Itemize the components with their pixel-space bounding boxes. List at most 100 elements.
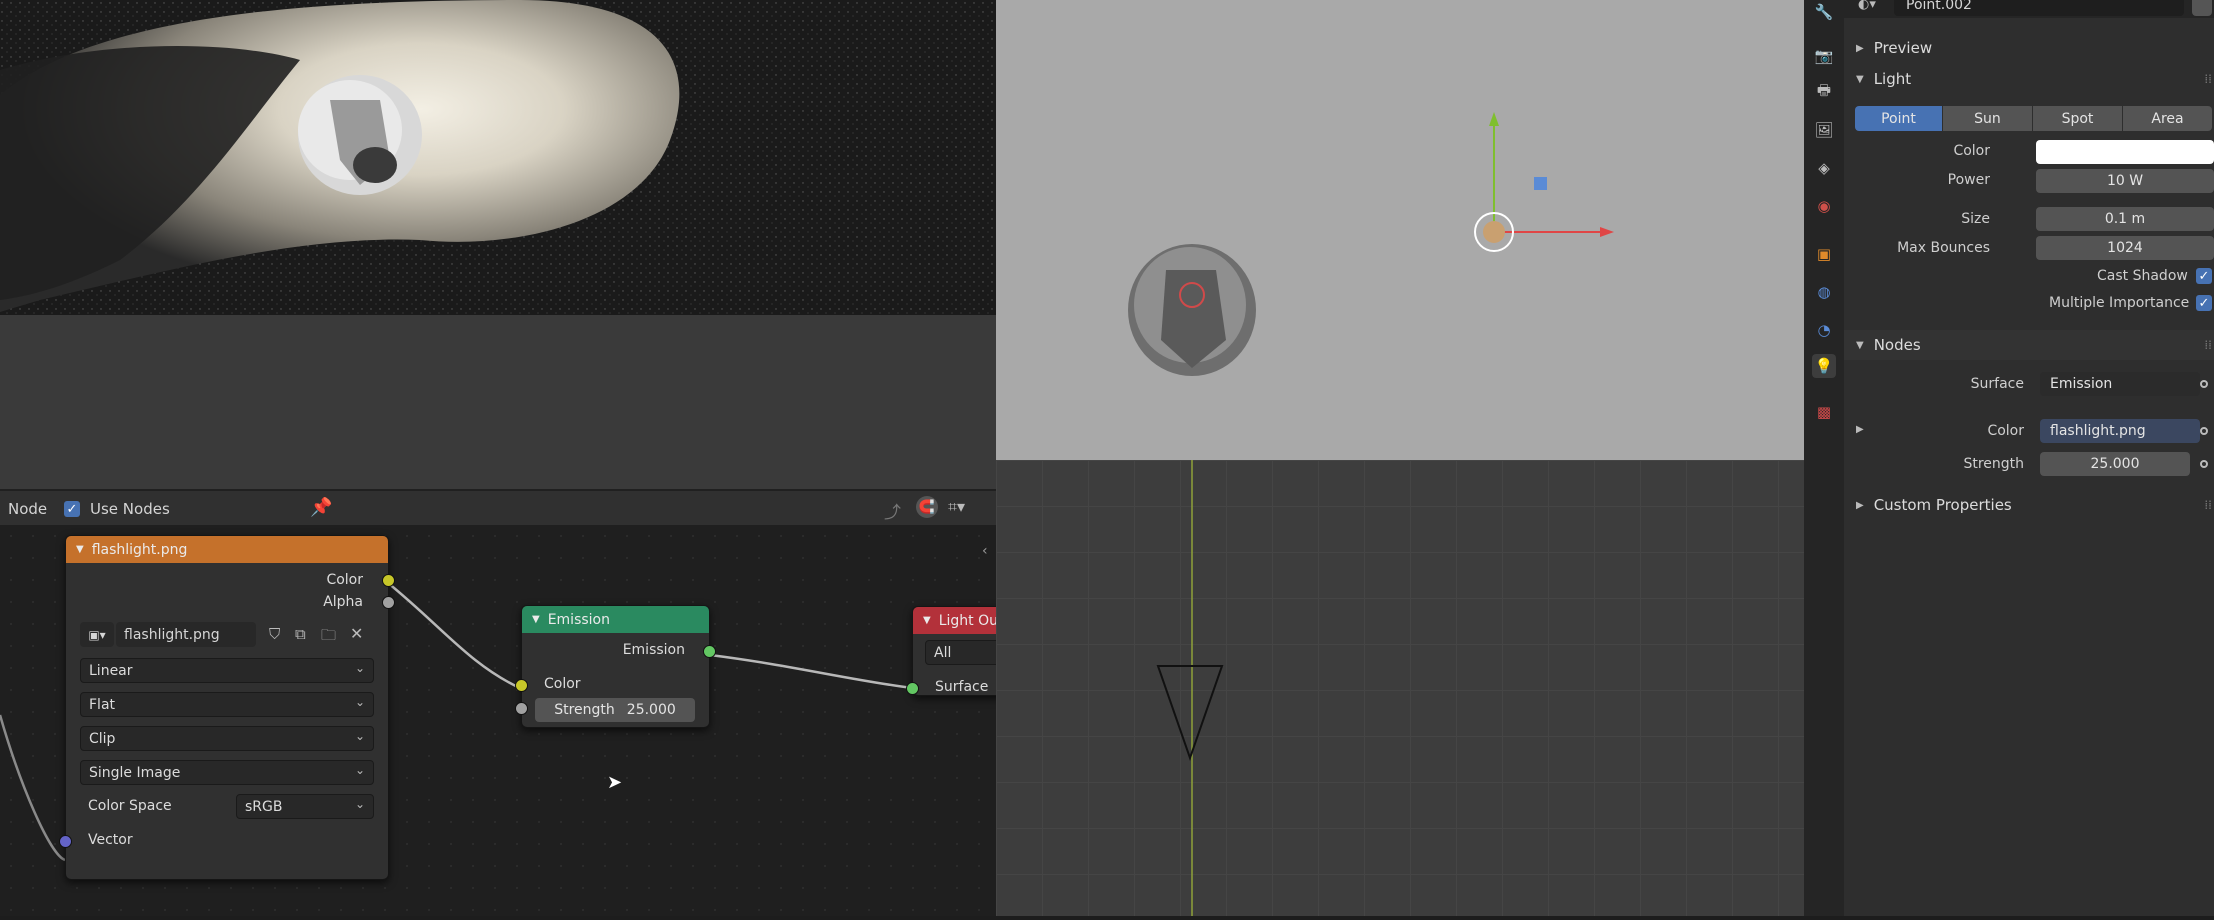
- max-bounces-row-label-box: Max Bounces: [1844, 238, 1990, 262]
- collapse-icon[interactable]: ▼: [923, 615, 931, 626]
- object-name-field[interactable]: Point.002: [1894, 0, 2184, 16]
- nodes-strength-field[interactable]: 25.000: [2040, 452, 2190, 476]
- drag-grip-icon[interactable]: ⁞⁞: [2204, 498, 2212, 512]
- color-space-dropdown[interactable]: sRGB ⌄: [236, 794, 374, 819]
- output-node-title: Light Ou: [938, 612, 996, 629]
- fake-user-icon[interactable]: [2192, 0, 2212, 16]
- input-color-socket[interactable]: [515, 679, 528, 692]
- modifiers-icon[interactable]: ◍: [1812, 280, 1836, 304]
- texture-icon[interactable]: ▩: [1812, 400, 1836, 424]
- camera-viewport[interactable]: [996, 0, 1804, 460]
- strength-row-label-box: Strength: [1844, 454, 2024, 478]
- size-row-label-box: Size: [1844, 209, 1990, 233]
- collapse-icon[interactable]: ▼: [532, 614, 540, 625]
- physics-icon[interactable]: ◔: [1812, 318, 1836, 342]
- strength-socket-icon[interactable]: [2200, 460, 2208, 468]
- target-dropdown[interactable]: All: [925, 640, 996, 665]
- world-icon[interactable]: ◉: [1812, 194, 1836, 218]
- properties-header: ◐▾ Point.002: [1844, 0, 2214, 18]
- use-nodes-checkbox[interactable]: ✓: [64, 501, 80, 517]
- new-image-icon[interactable]: ⧉: [295, 625, 306, 643]
- light-panel-header[interactable]: ▼ Light ⁞⁞: [1844, 64, 2214, 94]
- output-alpha-socket[interactable]: [382, 596, 395, 609]
- drag-grip-icon[interactable]: ⁞⁞: [2204, 72, 2212, 86]
- color-socket-icon[interactable]: [2200, 427, 2208, 435]
- fake-user-icon[interactable]: ⛉: [269, 625, 280, 643]
- output-color-socket[interactable]: [382, 574, 395, 587]
- ortho-viewport[interactable]: [996, 460, 1804, 916]
- light-datablock-icon[interactable]: ◐▾: [1858, 0, 1876, 12]
- input-vector-socket[interactable]: [59, 835, 72, 848]
- light-data-icon[interactable]: 💡: [1812, 354, 1836, 378]
- preview-panel-header[interactable]: ▶ Preview: [1844, 33, 2214, 63]
- view-layer-icon[interactable]: 🖼: [1812, 118, 1836, 142]
- projection-dropdown[interactable]: Flat ⌄: [80, 692, 374, 717]
- chevron-down-icon: ⌄: [354, 661, 365, 675]
- light-panel-title: Light: [1873, 70, 1912, 88]
- strength-field[interactable]: Strength 25.000: [535, 698, 695, 722]
- expanded-triangle-icon: ▼: [1856, 73, 1864, 85]
- output-emission-socket[interactable]: [703, 645, 716, 658]
- light-output-node[interactable]: ▼ Light Ou All Surface: [906, 606, 996, 696]
- nodes-panel-title: Nodes: [1873, 336, 1921, 354]
- light-type-sun[interactable]: Sun: [1943, 106, 2032, 131]
- viewport-grid-overlay: [1156, 460, 1224, 916]
- snap-icon[interactable]: 🧲: [916, 496, 938, 518]
- custom-properties-panel-header[interactable]: ▶ Custom Properties ⁞⁞: [1844, 490, 2214, 520]
- image-browse-icon[interactable]: ▣▾: [80, 622, 114, 647]
- extension-dropdown[interactable]: Clip ⌄: [80, 726, 374, 751]
- cast-shadow-checkbox[interactable]: ✓: [2196, 268, 2212, 284]
- object-icon[interactable]: ▣: [1812, 242, 1836, 266]
- light-color-swatch[interactable]: [2036, 140, 2214, 164]
- output-node-header[interactable]: ▼ Light Ou: [913, 607, 996, 634]
- drag-grip-icon[interactable]: ⁞⁞: [2204, 338, 2212, 352]
- mouse-cursor-icon: ➤: [607, 772, 623, 793]
- unlink-image-icon[interactable]: ✕: [350, 624, 363, 643]
- chevron-down-icon: ⌄: [354, 729, 365, 743]
- surface-socket-icon[interactable]: [2200, 380, 2208, 388]
- power-field[interactable]: 10 W: [2036, 169, 2214, 193]
- render-icon[interactable]: 📷: [1812, 44, 1836, 68]
- nodes-panel-header[interactable]: ▼ Nodes ⁞⁞: [1844, 330, 2214, 360]
- collapse-icon[interactable]: ▼: [76, 544, 84, 555]
- source-value: Single Image: [89, 764, 181, 781]
- input-strength-socket[interactable]: [515, 702, 528, 715]
- tool-icon[interactable]: 🔧: [1812, 0, 1836, 24]
- source-dropdown[interactable]: Single Image ⌄: [80, 760, 374, 785]
- input-surface-socket[interactable]: [906, 682, 919, 695]
- properties-panel: ◐▾ Point.002 ▶ Preview ▼ Light ⁞⁞ Point …: [1844, 0, 2214, 916]
- image-name-field[interactable]: flashlight.png: [116, 622, 256, 647]
- interpolation-dropdown[interactable]: Linear ⌄: [80, 658, 374, 683]
- render-preview: [0, 0, 996, 315]
- open-image-icon[interactable]: 🗀: [321, 625, 336, 650]
- input-vector-label: Vector: [88, 832, 133, 848]
- emission-node-header[interactable]: ▼ Emission: [522, 606, 709, 633]
- extension-value: Clip: [89, 730, 116, 747]
- light-type-spot[interactable]: Spot: [2033, 106, 2122, 131]
- render-image: [0, 0, 996, 315]
- size-field[interactable]: 0.1 m: [2036, 207, 2214, 231]
- image-node-header[interactable]: ▼ flashlight.png: [66, 536, 388, 563]
- image-texture-node[interactable]: ▼ flashlight.png Color Alpha ▣▾ flashlig…: [59, 535, 395, 880]
- color-input-row-label-box: Color: [1844, 421, 2024, 445]
- pin-icon[interactable]: 📌: [310, 497, 332, 518]
- surface-field[interactable]: Emission: [2040, 372, 2200, 396]
- emission-node[interactable]: ▼ Emission Emission Color Strength 25.00…: [515, 605, 716, 728]
- output-icon[interactable]: 🖶: [1812, 80, 1836, 104]
- strength-label: Strength: [554, 702, 615, 718]
- snapping-mode-icon[interactable]: ⌗▾: [948, 497, 965, 517]
- light-type-area[interactable]: Area: [2123, 106, 2212, 131]
- max-bounces-field[interactable]: 1024: [2036, 236, 2214, 260]
- multiple-importance-checkbox[interactable]: ✓: [2196, 295, 2212, 311]
- node-canvas[interactable]: ‹ ▼ flashlight.png Color Alpha ▣▾ flashl…: [0, 525, 996, 916]
- light-type-point[interactable]: Point: [1855, 106, 1942, 131]
- render-empty-area: [0, 315, 996, 489]
- node-menu[interactable]: Node: [8, 500, 47, 518]
- parent-node-tree-icon[interactable]: ⤴: [884, 498, 901, 523]
- sidebar-toggle-icon[interactable]: ‹: [982, 543, 988, 559]
- surface-label: Surface: [1970, 376, 2024, 392]
- color-input-field[interactable]: flashlight.png: [2040, 419, 2200, 443]
- projection-value: Flat: [89, 696, 116, 713]
- input-surface-label: Surface: [935, 679, 989, 695]
- scene-icon[interactable]: ◈: [1812, 156, 1836, 180]
